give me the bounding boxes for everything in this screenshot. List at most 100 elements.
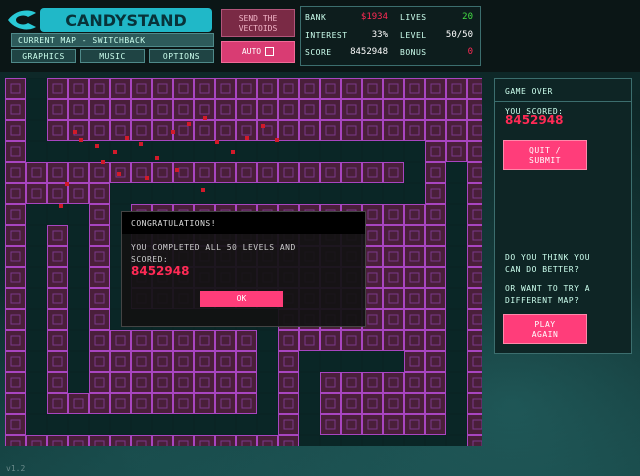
build-tile[interactable] [152, 99, 173, 120]
build-tile[interactable] [173, 162, 194, 183]
build-tile[interactable] [467, 246, 483, 267]
build-tile[interactable] [152, 162, 173, 183]
build-tile[interactable] [173, 351, 194, 372]
build-tile[interactable] [131, 78, 152, 99]
build-tile[interactable] [152, 393, 173, 414]
build-tile[interactable] [89, 351, 110, 372]
build-tile[interactable] [236, 393, 257, 414]
build-tile[interactable] [173, 393, 194, 414]
build-tile[interactable] [341, 120, 362, 141]
build-tile[interactable] [467, 288, 483, 309]
build-tile[interactable] [47, 393, 68, 414]
build-tile[interactable] [47, 267, 68, 288]
path-tile[interactable] [257, 393, 278, 414]
path-tile[interactable] [362, 351, 383, 372]
build-tile[interactable] [173, 330, 194, 351]
build-tile[interactable] [5, 120, 26, 141]
path-tile[interactable] [278, 183, 299, 204]
build-tile[interactable] [68, 162, 89, 183]
build-tile[interactable] [47, 99, 68, 120]
build-tile[interactable] [194, 330, 215, 351]
build-tile[interactable] [194, 78, 215, 99]
build-tile[interactable] [110, 330, 131, 351]
path-tile[interactable] [68, 414, 89, 435]
path-tile[interactable] [68, 309, 89, 330]
build-tile[interactable] [341, 330, 362, 351]
auto-checkbox[interactable] [265, 47, 275, 56]
build-tile[interactable] [110, 99, 131, 120]
build-tile[interactable] [320, 162, 341, 183]
build-tile[interactable] [383, 78, 404, 99]
build-tile[interactable] [383, 393, 404, 414]
build-tile[interactable] [467, 393, 483, 414]
path-tile[interactable] [257, 183, 278, 204]
build-tile[interactable] [362, 393, 383, 414]
build-tile[interactable] [425, 225, 446, 246]
path-tile[interactable] [446, 183, 467, 204]
path-tile[interactable] [194, 141, 215, 162]
path-tile[interactable] [404, 141, 425, 162]
path-tile[interactable] [236, 141, 257, 162]
path-tile[interactable] [110, 414, 131, 435]
build-tile[interactable] [5, 309, 26, 330]
build-tile[interactable] [425, 162, 446, 183]
build-tile[interactable] [299, 330, 320, 351]
build-tile[interactable] [47, 162, 68, 183]
build-tile[interactable] [362, 78, 383, 99]
build-tile[interactable] [278, 330, 299, 351]
build-tile[interactable] [152, 351, 173, 372]
path-tile[interactable] [257, 330, 278, 351]
build-tile[interactable] [320, 372, 341, 393]
build-tile[interactable] [341, 372, 362, 393]
build-tile[interactable] [5, 351, 26, 372]
build-tile[interactable] [131, 330, 152, 351]
build-tile[interactable] [110, 351, 131, 372]
build-tile[interactable] [278, 162, 299, 183]
build-tile[interactable] [425, 393, 446, 414]
build-tile[interactable] [404, 393, 425, 414]
build-tile[interactable] [467, 225, 483, 246]
build-tile[interactable] [278, 351, 299, 372]
path-tile[interactable] [446, 351, 467, 372]
build-tile[interactable] [89, 204, 110, 225]
build-tile[interactable] [47, 120, 68, 141]
build-tile[interactable] [173, 78, 194, 99]
build-tile[interactable] [194, 393, 215, 414]
build-tile[interactable] [404, 351, 425, 372]
path-tile[interactable] [257, 141, 278, 162]
build-tile[interactable] [299, 99, 320, 120]
path-tile[interactable] [173, 183, 194, 204]
build-tile[interactable] [404, 120, 425, 141]
build-tile[interactable] [425, 204, 446, 225]
path-tile[interactable] [446, 330, 467, 351]
path-tile[interactable] [320, 183, 341, 204]
build-tile[interactable] [467, 99, 483, 120]
path-tile[interactable] [341, 141, 362, 162]
path-tile[interactable] [47, 204, 68, 225]
path-tile[interactable] [68, 141, 89, 162]
build-tile[interactable] [404, 225, 425, 246]
build-tile[interactable] [320, 414, 341, 435]
build-tile[interactable] [5, 78, 26, 99]
build-tile[interactable] [89, 99, 110, 120]
build-tile[interactable] [278, 99, 299, 120]
build-tile[interactable] [383, 372, 404, 393]
build-tile[interactable] [362, 372, 383, 393]
path-tile[interactable] [131, 183, 152, 204]
build-tile[interactable] [47, 351, 68, 372]
build-tile[interactable] [5, 267, 26, 288]
build-tile[interactable] [362, 120, 383, 141]
path-tile[interactable] [215, 183, 236, 204]
build-tile[interactable] [404, 267, 425, 288]
build-tile[interactable] [425, 183, 446, 204]
path-tile[interactable] [341, 351, 362, 372]
build-tile[interactable] [5, 372, 26, 393]
build-tile[interactable] [404, 204, 425, 225]
build-tile[interactable] [446, 141, 467, 162]
path-tile[interactable] [236, 414, 257, 435]
path-tile[interactable] [278, 141, 299, 162]
build-tile[interactable] [383, 204, 404, 225]
path-tile[interactable] [446, 246, 467, 267]
path-tile[interactable] [152, 414, 173, 435]
build-tile[interactable] [299, 78, 320, 99]
